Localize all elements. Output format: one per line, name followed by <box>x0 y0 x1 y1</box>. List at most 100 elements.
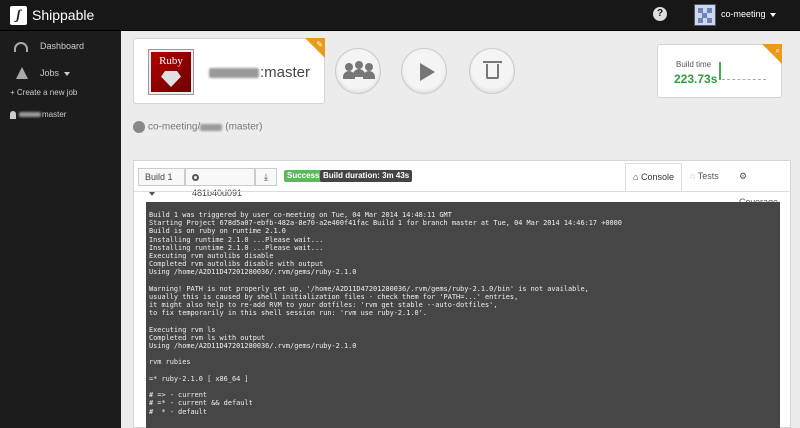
build-time-sparkline <box>719 62 721 80</box>
gear-icon: ⚙ <box>739 171 748 181</box>
create-job-label: + Create a new job <box>10 88 78 97</box>
sidebar: Dashboard Jobs + Create a new job master <box>0 31 121 428</box>
repo-owner: co-meeting/ <box>148 121 201 133</box>
pencil-icon[interactable]: ✎ <box>316 40 323 49</box>
project-card: Ruby :master ✎ <box>133 38 325 104</box>
trash-icon <box>486 64 499 79</box>
download-button[interactable]: ⤓ <box>255 168 277 186</box>
console-line: # => - current <box>149 391 208 400</box>
tab-tests[interactable]: ◌ Tests <box>683 163 726 191</box>
console-line: Executing rvm autolibs disable <box>149 251 274 260</box>
build-select[interactable]: Build 1 <box>138 168 185 196</box>
sidebar-item-jobs[interactable]: Jobs <box>0 67 121 87</box>
commit-hash: 481b40d091 <box>192 188 243 198</box>
status-badge: Success <box>284 170 323 182</box>
user-menu[interactable]: co-meeting <box>721 9 776 19</box>
github-icon <box>133 121 145 133</box>
delete-button[interactable] <box>469 48 515 94</box>
build-time-card: Build time 223.73s ⌕ <box>657 44 782 98</box>
project-branch: :master <box>260 64 311 81</box>
repo-path[interactable]: co-meeting/ (master) <box>133 121 262 133</box>
repo-branch: (master) <box>225 121 263 133</box>
sidebar-item-dashboard[interactable]: Dashboard <box>0 40 121 60</box>
console-line: =* ruby-2.1.0 [ x86_64 ] <box>149 374 249 383</box>
zoom-icon[interactable]: ⌕ <box>776 46 780 56</box>
console-line: Executing rvm ls <box>149 325 216 334</box>
sidebar-item-label: Dashboard <box>40 41 85 51</box>
chevron-down-icon <box>769 12 776 17</box>
console-line: usually this is caused by shell initiali… <box>149 292 519 301</box>
play-icon <box>420 63 435 81</box>
tab-label: Console <box>640 172 674 182</box>
brand-name[interactable]: Shippable <box>32 7 94 23</box>
tab-console[interactable]: ⌂ Console <box>625 163 682 191</box>
console-line: Build 1 was triggered by user co-meeting… <box>149 211 452 219</box>
console-line: it might also help to re-add RVM to your… <box>149 301 498 310</box>
group-icon <box>363 71 375 79</box>
commit-button[interactable]: 481b40d091 <box>185 168 255 198</box>
job-item-label: master <box>10 110 66 119</box>
build-panel: Build 1 481b40d091 ⤓ Success Build durat… <box>133 160 791 428</box>
duration-badge: Build duration: 3m 43s <box>320 170 413 182</box>
console-line: # * - default <box>149 407 208 416</box>
jobs-label: Jobs <box>40 68 60 78</box>
console-line: to fix temporarily in this shell session… <box>149 309 427 318</box>
console-line: Using /home/A2D11D47201280036/.rvm/gems/… <box>149 268 357 277</box>
job-branch: master <box>42 110 67 119</box>
console-line: # =* - current && default <box>149 399 253 408</box>
comments-icon: ◌ <box>690 171 696 181</box>
chevron-down-icon <box>149 191 155 196</box>
console-line: Completed rvm ls with output <box>149 333 266 342</box>
tab-label: Tests <box>697 171 719 181</box>
top-navbar: ʃ Shippable ? co-meeting <box>0 0 800 31</box>
console-line: rvm rubies <box>149 358 191 367</box>
dashboard-icon <box>14 42 28 52</box>
commit-icon <box>192 174 199 182</box>
tab-coverage[interactable]: ⚙ Coverage <box>732 163 790 207</box>
create-job-link[interactable]: + Create a new job <box>0 88 121 102</box>
shippable-logo-icon[interactable]: ʃ <box>10 6 27 25</box>
console-line: Starting Project 678d5a07-ebfb-482a-8e70… <box>149 219 622 228</box>
redacted-text <box>209 68 259 79</box>
help-icon[interactable]: ? <box>653 7 667 21</box>
console-line: Installing runtime 2.1.0 ...Please wait.… <box>149 235 324 244</box>
redacted-text <box>200 123 223 131</box>
console-output[interactable]: Build 1 was triggered by user co-meeting… <box>146 202 780 428</box>
trash-icon <box>483 61 502 63</box>
ruby-logo: Ruby <box>149 50 193 94</box>
redacted-text <box>19 112 41 118</box>
ruby-logo-text: Ruby <box>159 55 183 67</box>
collaborators-button[interactable] <box>335 48 381 94</box>
console-line: Completed rvm autolibs disable with outp… <box>149 260 324 269</box>
group-icon <box>365 63 373 71</box>
download-icon: ⤓ <box>264 172 268 182</box>
sidebar-item-label: Jobs <box>40 68 71 78</box>
avatar[interactable] <box>694 4 716 26</box>
group-icon <box>345 63 353 71</box>
build-select-label: Build 1 <box>145 172 173 182</box>
home-icon: ⌂ <box>633 172 639 182</box>
user-name: co-meeting <box>721 9 766 19</box>
console-line: Build is on ruby on runtime 2.1.0 <box>149 227 286 236</box>
console-lines: Build 1 was triggered by user co-meeting… <box>146 211 622 416</box>
chevron-down-icon <box>64 71 71 76</box>
ruby-gem-icon <box>161 71 181 87</box>
build-time-baseline <box>722 79 766 80</box>
tabs-divider <box>134 191 790 192</box>
build-time-value: 223.73s <box>674 72 718 86</box>
sidebar-item-job[interactable]: master <box>0 110 121 124</box>
project-title: :master <box>209 64 310 81</box>
console-line: Warning! PATH is not properly set up, '/… <box>149 284 589 293</box>
user-icon <box>10 110 16 119</box>
group-icon <box>355 61 363 69</box>
console-line: Using /home/A2D11D47201280036/.rvm/gems/… <box>149 342 357 350</box>
run-build-button[interactable] <box>401 48 447 94</box>
build-time-label: Build time <box>676 60 712 69</box>
console-line: Installing runtime 2.1.0 ...Please wait.… <box>149 243 324 252</box>
flask-icon <box>16 67 28 79</box>
